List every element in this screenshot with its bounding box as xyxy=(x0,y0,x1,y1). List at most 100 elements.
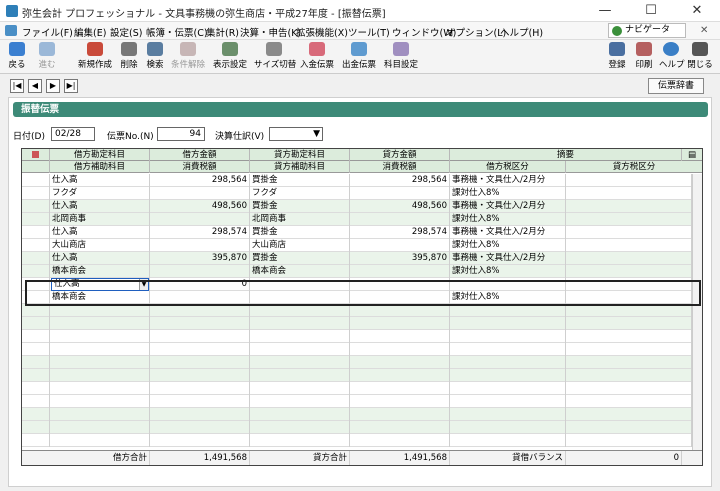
date-input[interactable]: 02/28 xyxy=(51,127,95,141)
menu-extensions[interactable]: 拡張機能(X) xyxy=(296,25,348,39)
cell-amount[interactable]: 298,574 xyxy=(150,226,250,239)
table-row[interactable]: 仕入高 ▼ 0 xyxy=(22,278,702,291)
display-settings-button[interactable]: 表示設定 xyxy=(210,42,250,72)
menu-closing[interactable]: 決算・申告(K) xyxy=(240,25,301,39)
cell-credit-account[interactable] xyxy=(250,343,350,356)
help-button[interactable]: ヘルプ xyxy=(659,42,685,72)
account-settings-button[interactable]: 科目設定 xyxy=(382,42,420,72)
cell-credit-amount[interactable] xyxy=(350,187,450,200)
cell-credit-amount[interactable] xyxy=(350,213,450,226)
cell-debit-tax-category[interactable] xyxy=(450,395,566,408)
prev-record-button[interactable]: ◀ xyxy=(28,79,42,93)
register-button[interactable]: 登録 xyxy=(606,42,628,72)
cell-debit-tax-category[interactable]: 課対仕入8% xyxy=(450,187,566,200)
menu-settings[interactable]: 設定(S) xyxy=(110,25,142,39)
cell-account[interactable] xyxy=(50,343,150,356)
payment-slip-button[interactable]: 出金伝票 xyxy=(340,42,378,72)
cell-credit-account[interactable]: 買掛金 xyxy=(250,252,350,265)
table-row[interactable] xyxy=(22,421,702,434)
cell-amount[interactable] xyxy=(150,304,250,317)
cell-account[interactable]: 大山商店 xyxy=(50,239,150,252)
cell-amount[interactable] xyxy=(150,434,250,447)
cell-credit-tax-category[interactable] xyxy=(566,434,692,447)
print-button[interactable]: 印刷 xyxy=(632,42,656,72)
cell-amount[interactable] xyxy=(150,395,250,408)
cell-account[interactable] xyxy=(50,356,150,369)
cell-credit-account[interactable] xyxy=(250,382,350,395)
cell-account[interactable]: 橋本商会 xyxy=(50,265,150,278)
slip-no-input[interactable]: 94 xyxy=(157,127,205,141)
cell-account[interactable]: 仕入高 xyxy=(50,200,150,213)
cell-credit-tax-category[interactable] xyxy=(566,369,692,382)
table-row[interactable]: 橋本商会 課対仕入8% xyxy=(22,291,702,304)
cell-debit-tax-category[interactable] xyxy=(450,330,566,343)
cell-amount[interactable]: 498,560 xyxy=(150,200,250,213)
cell-credit-account[interactable] xyxy=(250,395,350,408)
minimize-button[interactable]: — xyxy=(582,0,628,22)
new-entry-button[interactable]: 新規作成 xyxy=(76,42,114,72)
table-row[interactable] xyxy=(22,304,702,317)
closing-entry-select[interactable]: ▼ xyxy=(269,127,323,141)
slip-dictionary-button[interactable]: 伝票辞書 xyxy=(648,78,704,94)
table-row[interactable]: 大山商店 大山商店 課対仕入8% xyxy=(22,239,702,252)
cell-debit-tax-category[interactable]: 課対仕入8% xyxy=(450,239,566,252)
navigator-button[interactable]: ナビゲータ xyxy=(608,23,686,38)
cell-debit-tax-category[interactable]: 課対仕入8% xyxy=(450,265,566,278)
close-document-icon[interactable]: ✕ xyxy=(700,25,708,36)
search-button[interactable]: 検索 xyxy=(144,42,166,72)
cell-debit-tax-category[interactable]: 事務機・文具仕入/2月分 xyxy=(450,200,566,213)
cell-credit-tax-category[interactable] xyxy=(566,252,692,265)
cell-account[interactable]: 仕入高 xyxy=(50,252,150,265)
cell-amount[interactable] xyxy=(150,382,250,395)
cell-debit-tax-category[interactable] xyxy=(450,304,566,317)
menu-totals[interactable]: 集計(R) xyxy=(206,25,239,39)
cell-debit-tax-category[interactable] xyxy=(450,382,566,395)
cell-account[interactable]: フクダ xyxy=(50,187,150,200)
table-row[interactable]: 仕入高 298,564 買掛金 298,564 事務機・文具仕入/2月分 xyxy=(22,174,702,187)
table-row[interactable] xyxy=(22,369,702,382)
table-row[interactable]: フクダ フクダ 課対仕入8% xyxy=(22,187,702,200)
cell-account[interactable] xyxy=(50,304,150,317)
table-row[interactable]: 仕入高 298,574 買掛金 298,574 事務機・文具仕入/2月分 xyxy=(22,226,702,239)
cell-credit-amount[interactable] xyxy=(350,239,450,252)
cell-debit-tax-category[interactable]: 事務機・文具仕入/2月分 xyxy=(450,226,566,239)
cell-account[interactable] xyxy=(50,317,150,330)
cell-credit-amount[interactable]: 298,574 xyxy=(350,226,450,239)
cell-amount[interactable] xyxy=(150,330,250,343)
cell-credit-tax-category[interactable] xyxy=(566,239,692,252)
next-record-button[interactable]: ▶ xyxy=(46,79,60,93)
cell-credit-amount[interactable] xyxy=(350,343,450,356)
cell-credit-amount[interactable] xyxy=(350,434,450,447)
cell-amount[interactable] xyxy=(150,317,250,330)
menu-options[interactable]: オプション(L) xyxy=(446,25,506,39)
cell-debit-tax-category[interactable] xyxy=(450,369,566,382)
clear-conditions-button[interactable]: 条件解除 xyxy=(170,42,206,72)
cell-amount[interactable] xyxy=(150,291,250,304)
cell-debit-tax-category[interactable] xyxy=(450,421,566,434)
cell-debit-tax-category[interactable] xyxy=(450,343,566,356)
cell-credit-account[interactable] xyxy=(250,317,350,330)
cell-credit-account[interactable] xyxy=(250,421,350,434)
app-menu-icon[interactable] xyxy=(5,25,17,36)
back-button[interactable]: 戻る xyxy=(4,42,30,72)
cell-credit-amount[interactable] xyxy=(350,395,450,408)
grid-settings-icon[interactable]: ▤ xyxy=(682,149,702,161)
close-button[interactable]: 閉じる xyxy=(686,42,714,72)
forward-button[interactable]: 進む xyxy=(34,42,60,72)
cell-credit-tax-category[interactable] xyxy=(566,317,692,330)
size-switch-button[interactable]: サイズ切替 xyxy=(254,42,296,72)
cell-account[interactable] xyxy=(50,434,150,447)
chevron-down-icon[interactable]: ▼ xyxy=(139,279,148,290)
table-row[interactable] xyxy=(22,382,702,395)
cell-credit-tax-category[interactable] xyxy=(566,395,692,408)
cell-debit-tax-category[interactable]: 課対仕入8% xyxy=(450,213,566,226)
cell-credit-tax-category[interactable] xyxy=(566,304,692,317)
cell-account[interactable] xyxy=(50,395,150,408)
vertical-scrollbar[interactable] xyxy=(692,174,702,450)
cell-credit-account[interactable]: 北岡商事 xyxy=(250,213,350,226)
table-row[interactable] xyxy=(22,317,702,330)
cell-credit-amount[interactable] xyxy=(350,382,450,395)
debit-account-select[interactable]: 仕入高 ▼ xyxy=(51,278,149,291)
cell-credit-amount[interactable] xyxy=(350,369,450,382)
cell-credit-account[interactable]: 大山商店 xyxy=(250,239,350,252)
